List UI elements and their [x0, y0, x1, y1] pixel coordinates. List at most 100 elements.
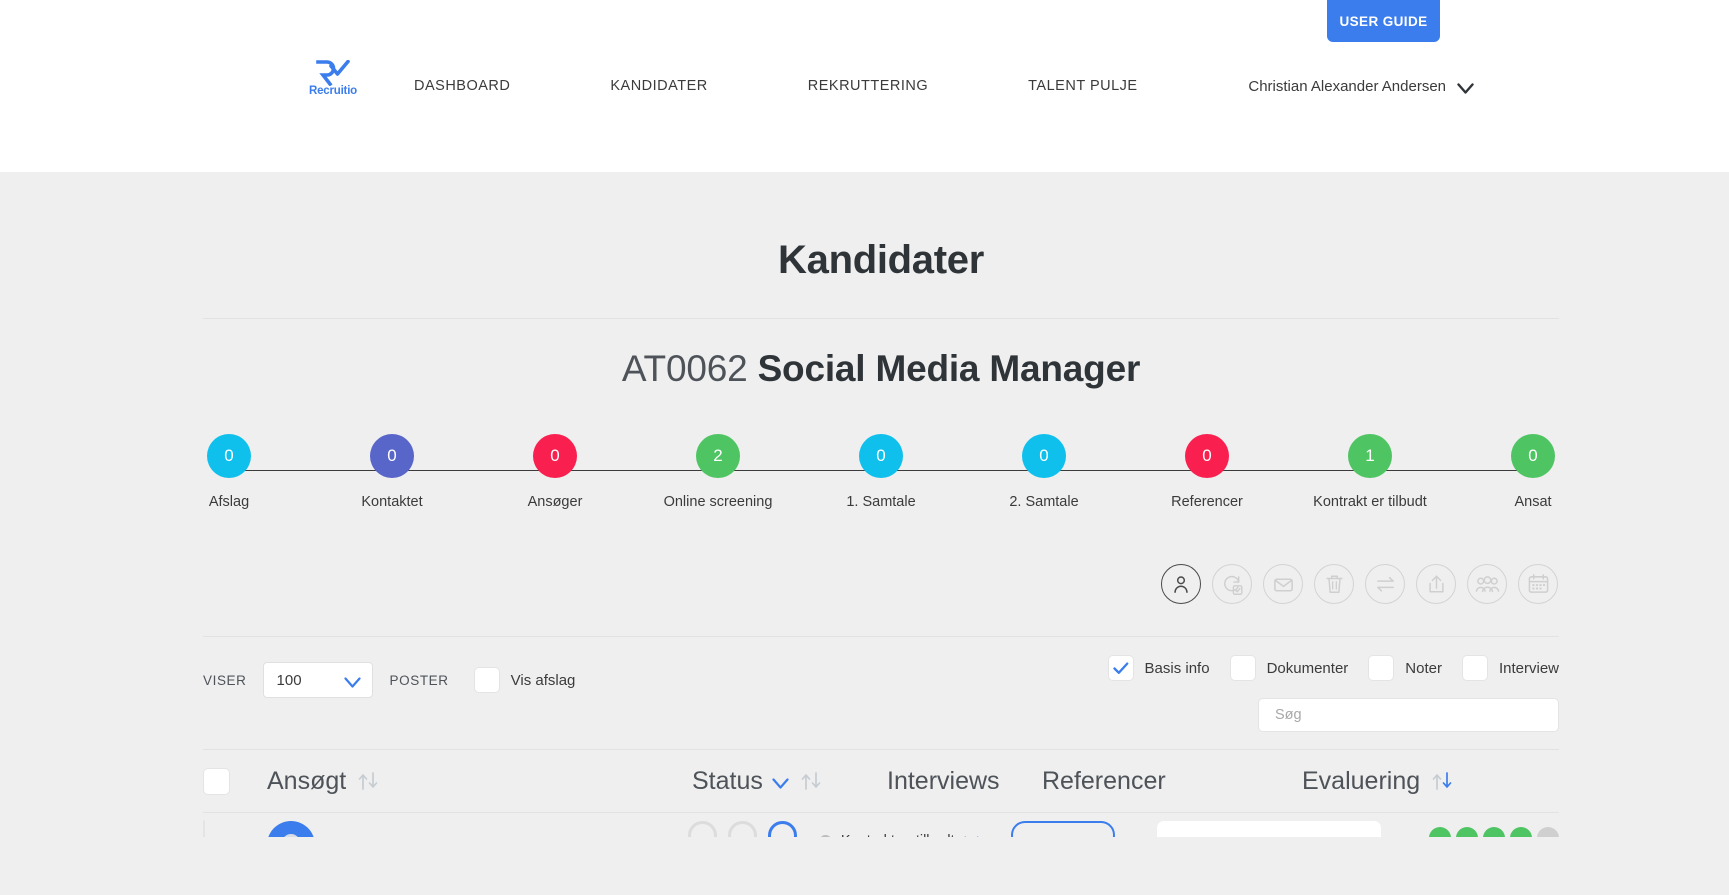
pipeline-stage-count: 0: [1511, 434, 1555, 478]
main-content: Kandidater AT0062 Social Media Manager 0…: [0, 172, 1729, 895]
view-option-checkbox[interactable]: [1368, 655, 1395, 681]
share-upload-icon: [1426, 573, 1447, 595]
trash-icon: [1324, 573, 1345, 595]
pipeline-stage-1[interactable]: 0 Kontaktet: [361, 434, 423, 510]
share-upload-action-button[interactable]: [1416, 564, 1456, 604]
action-toolbar: [203, 564, 1559, 604]
stat-ring-3: [767, 821, 797, 837]
user-menu-label: Christian Alexander Andersen: [1248, 78, 1446, 95]
pipeline-stage-7[interactable]: 1 Kontrakt er tilbudt: [1313, 434, 1427, 510]
pipeline-stage-8[interactable]: 0 Ansat: [1507, 434, 1559, 510]
view-option-label[interactable]: Interview: [1499, 660, 1559, 677]
select-all-checkbox[interactable]: [203, 767, 230, 795]
view-option-checkbox[interactable]: [1107, 655, 1134, 681]
select-all-cell: [203, 767, 267, 795]
pipeline-stage-count: 0: [207, 434, 251, 478]
job-title: AT0062 Social Media Manager: [203, 348, 1559, 390]
nav-link-kandidater[interactable]: KANDIDATER: [610, 78, 707, 94]
column-header-evaluering[interactable]: Evaluering: [1302, 767, 1559, 796]
column-header-ansogt[interactable]: Ansøgt: [267, 767, 692, 796]
row-checkbox[interactable]: [203, 820, 205, 837]
recruitio-logo[interactable]: Recruitio: [302, 59, 364, 97]
pipeline-stage-6[interactable]: 0 Referencer: [1171, 434, 1243, 510]
table-header: Ansøgt Status Interviews Referencer Eval…: [203, 750, 1559, 812]
pipeline-stage-label: Online screening: [663, 494, 773, 510]
pipeline-stage-label: 2. Samtale: [1009, 494, 1079, 510]
view-option-interview[interactable]: Interview: [1461, 655, 1559, 681]
view-option-label[interactable]: Dokumenter: [1267, 660, 1349, 677]
pipeline-stage-2[interactable]: 0 Ansøger: [528, 434, 582, 510]
view-option-label[interactable]: Basis info: [1145, 660, 1210, 677]
search-row: [1139, 698, 1559, 732]
pipeline-stage-count: 0: [1022, 434, 1066, 478]
sort-arrows-icon[interactable]: [357, 770, 381, 792]
refresh-check-action-button[interactable]: [1212, 564, 1252, 604]
column-header-interviews: Interviews: [887, 767, 1042, 796]
sort-arrows-icon[interactable]: [800, 770, 824, 792]
pipeline-stage-count: 0: [533, 434, 577, 478]
view-option-noter[interactable]: Noter: [1368, 655, 1442, 681]
calendar-icon: [1527, 573, 1550, 595]
column-label-status: Status: [692, 766, 763, 795]
group-people-icon: [1475, 574, 1500, 594]
chevron-down-icon[interactable]: [964, 833, 979, 837]
filter-right: Basis info Dokumenter Noter Interview: [1107, 655, 1559, 732]
navigation-bar: Recruitio DASHBOARD KANDIDATER REKRUTTER…: [0, 59, 1729, 120]
column-header-referencer: Referencer: [1042, 767, 1302, 796]
logo-wordmark: Recruitio: [308, 85, 358, 97]
pipeline-stage-4[interactable]: 0 1. Samtale: [846, 434, 916, 510]
pipeline: 0 Afslag 0 Kontaktet 0 Ansøger 2 Online screeni…: [203, 434, 1559, 529]
envelope-action-button[interactable]: [1263, 564, 1303, 604]
column-label-interviews: Interviews: [887, 766, 1000, 795]
user-guide-button[interactable]: USER GUIDE: [1327, 0, 1440, 42]
view-option-label[interactable]: Noter: [1405, 660, 1442, 677]
pipeline-stage-label: 1. Samtale: [846, 494, 916, 510]
transfer-icon: [1374, 574, 1397, 594]
pipeline-stage-label: Kontaktet: [361, 494, 423, 510]
person-icon: [1170, 573, 1192, 595]
trash-action-button[interactable]: [1314, 564, 1354, 604]
divider-top: [203, 318, 1559, 319]
group-people-action-button[interactable]: [1467, 564, 1507, 604]
view-option-dokumenter[interactable]: Dokumenter: [1229, 655, 1349, 681]
refresh-check-icon: [1221, 573, 1244, 596]
pipeline-stage-5[interactable]: 0 2. Samtale: [1009, 434, 1079, 510]
view-option-checkbox[interactable]: [1461, 655, 1488, 681]
stat-ring-2: [727, 821, 757, 837]
pipeline-stage-count: 0: [1185, 434, 1229, 478]
table-row[interactable]: Kontrakt er tilbudt: [203, 813, 1559, 837]
sort-arrows-icon[interactable]: [1431, 770, 1455, 792]
row-interview-button[interactable]: [1010, 821, 1116, 837]
chevron-down-icon[interactable]: [772, 767, 789, 796]
job-name: Social Media Manager: [757, 348, 1141, 389]
poster-label: POSTER: [389, 672, 449, 688]
user-menu[interactable]: Christian Alexander Andersen: [1248, 78, 1474, 95]
row-status-cell[interactable]: Kontrakt er tilbudt: [818, 821, 979, 837]
view-option-basis-info[interactable]: Basis info: [1107, 655, 1210, 681]
pipeline-stage-0[interactable]: 0 Afslag: [203, 434, 255, 510]
vis-afslag-checkbox[interactable]: [473, 667, 500, 693]
nav-link-talent-pulje[interactable]: TALENT PULJE: [1028, 78, 1137, 94]
vis-afslag-label[interactable]: Vis afslag: [511, 672, 576, 689]
search-input[interactable]: [1258, 698, 1559, 732]
pipeline-stage-label: Ansat: [1514, 494, 1552, 510]
nav-link-rekruttering[interactable]: REKRUTTERING: [808, 78, 928, 94]
row-stat-circles: [687, 821, 797, 837]
pipeline-stage-3[interactable]: 2 Online screening: [664, 434, 772, 510]
recruitio-logo-icon: [302, 59, 364, 87]
page-size-select[interactable]: 100: [262, 662, 373, 698]
page-size-value[interactable]: 100: [262, 662, 373, 698]
view-option-checkbox[interactable]: [1229, 655, 1256, 681]
pipeline-stage-count: 2: [696, 434, 740, 478]
nav-link-dashboard[interactable]: DASHBOARD: [414, 78, 510, 94]
calendar-action-button[interactable]: [1518, 564, 1558, 604]
pipeline-stage-count: 0: [859, 434, 903, 478]
pipeline-stage-label: Kontrakt er tilbudt: [1313, 494, 1427, 510]
column-label-evaluering: Evaluering: [1302, 766, 1421, 795]
column-header-status[interactable]: Status: [692, 767, 887, 796]
pipeline-stage-count: 0: [370, 434, 414, 478]
row-referencer-card[interactable]: [1157, 821, 1381, 837]
person-action-button[interactable]: [1161, 564, 1201, 604]
stat-ring-1: [687, 821, 717, 837]
transfer-action-button[interactable]: [1365, 564, 1405, 604]
